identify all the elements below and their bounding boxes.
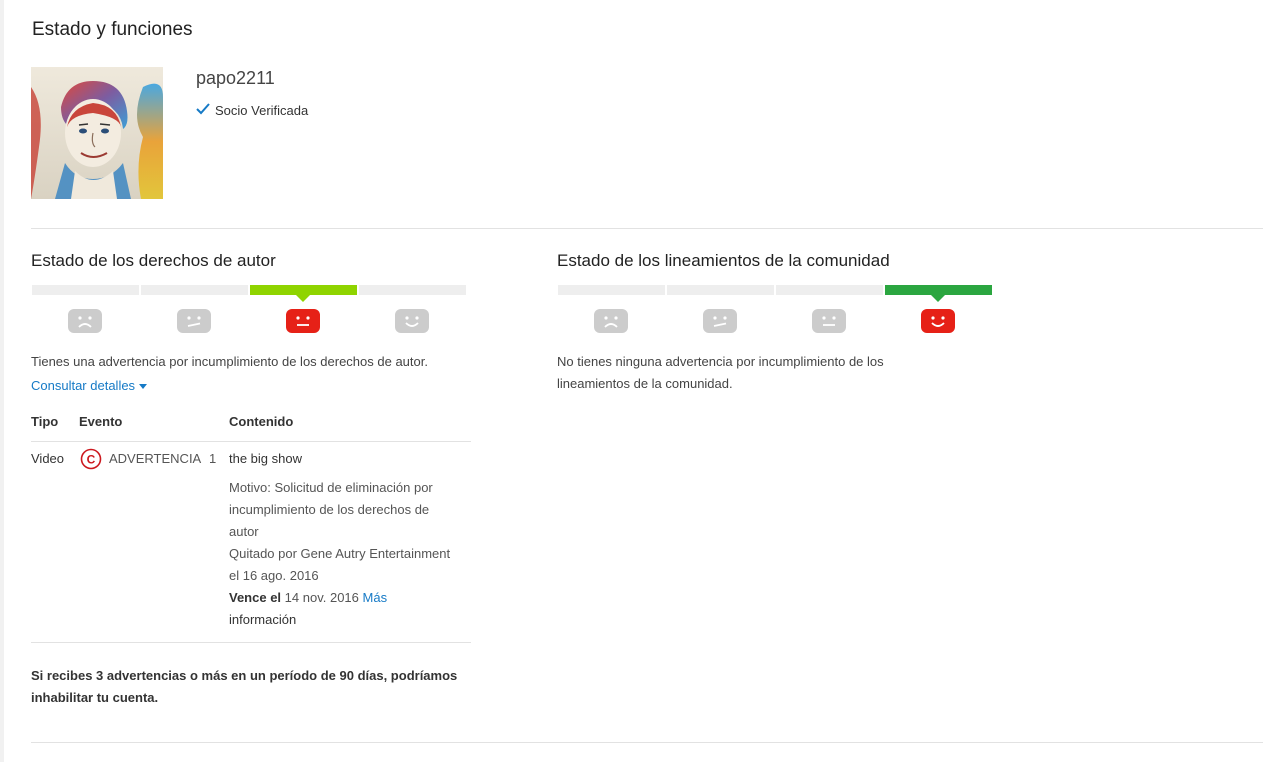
meh-face-icon bbox=[177, 309, 211, 333]
verified-label: Socio Verificada bbox=[215, 103, 309, 118]
expires-label: Vence el bbox=[229, 590, 282, 605]
meter-segment bbox=[667, 285, 774, 333]
strike-policy-footnote: Si recibes 3 advertencias o más en un pe… bbox=[31, 665, 481, 709]
avatar bbox=[31, 67, 163, 199]
community-status-title: Estado de los lineamientos de la comunid… bbox=[557, 251, 890, 270]
reason-line-3: autor bbox=[229, 524, 259, 539]
details-link-label[interactable]: Consultar detalles bbox=[31, 375, 135, 397]
bottom-divider bbox=[31, 742, 1263, 743]
meter-segment bbox=[32, 285, 139, 333]
more-info-link-continued[interactable]: información bbox=[229, 609, 296, 631]
reason-line-1: Motivo: Solicitud de eliminación por bbox=[229, 480, 433, 495]
column-header-type: Tipo bbox=[31, 414, 59, 429]
reason-line-2: incumplimiento de los derechos de bbox=[229, 502, 430, 517]
footnote-line-1: Si recibes 3 advertencias o más en un pe… bbox=[31, 668, 458, 683]
copyright-status-title: Estado de los derechos de autor bbox=[31, 251, 276, 270]
expires-date: 14 nov. 2016 bbox=[284, 590, 359, 605]
column-header-event: Evento bbox=[79, 414, 123, 429]
meter-segment bbox=[359, 285, 466, 333]
meter-segment bbox=[776, 285, 883, 333]
neutral-face-icon bbox=[812, 309, 846, 333]
community-status-meter bbox=[558, 285, 992, 333]
meh-face-icon bbox=[703, 309, 737, 333]
meter-segment bbox=[558, 285, 665, 333]
meter-segment-active bbox=[250, 285, 357, 333]
row-event-count: 1 bbox=[209, 451, 217, 466]
meter-segment-active bbox=[885, 285, 992, 333]
copyright-status-meter bbox=[32, 285, 466, 333]
neutral-face-icon bbox=[286, 309, 320, 333]
footnote-line-2: inhabilitar tu cuenta. bbox=[31, 690, 159, 705]
caret-down-icon[interactable] bbox=[139, 384, 148, 389]
happy-face-icon bbox=[395, 309, 429, 333]
row-type: Video bbox=[31, 451, 65, 466]
community-description: No tienes ninguna advertencia por incump… bbox=[557, 351, 884, 395]
table-divider-bottom bbox=[31, 642, 471, 643]
sad-face-icon bbox=[594, 309, 628, 333]
community-description-line-1: No tienes ninguna advertencia por incump… bbox=[557, 354, 884, 369]
copyright-description: Tienes una advertencia por incumplimient… bbox=[31, 354, 428, 369]
happy-face-icon bbox=[921, 309, 955, 333]
expiration-line: Vence el 14 nov. 2016 Más bbox=[229, 587, 387, 609]
divider bbox=[31, 228, 1263, 229]
row-event: ADVERTENCIA bbox=[109, 451, 202, 466]
left-rail bbox=[0, 0, 4, 762]
content-video-link[interactable]: the big show bbox=[229, 448, 302, 470]
sad-face-icon bbox=[68, 309, 102, 333]
removed-by-line-2: el 16 ago. 2016 bbox=[229, 568, 319, 583]
removed-by-line-1: Quitado por Gene Autry Entertainment bbox=[229, 546, 451, 561]
details-dropdown-link[interactable]: Consultar detalles bbox=[31, 375, 148, 397]
community-description-line-2: lineamientos de la comunidad. bbox=[557, 376, 733, 391]
username: papo2211 bbox=[196, 68, 275, 88]
copyright-strike-icon: C bbox=[80, 448, 102, 470]
more-info-link[interactable]: Más bbox=[363, 590, 388, 605]
svg-text:C: C bbox=[87, 453, 96, 467]
column-header-content: Contenido bbox=[229, 414, 294, 429]
verified-badge: Socio Verificada bbox=[196, 103, 308, 118]
meter-segment bbox=[141, 285, 248, 333]
page-title: Estado y funciones bbox=[32, 19, 193, 40]
table-divider bbox=[31, 441, 471, 442]
checkmark-icon bbox=[196, 103, 210, 118]
